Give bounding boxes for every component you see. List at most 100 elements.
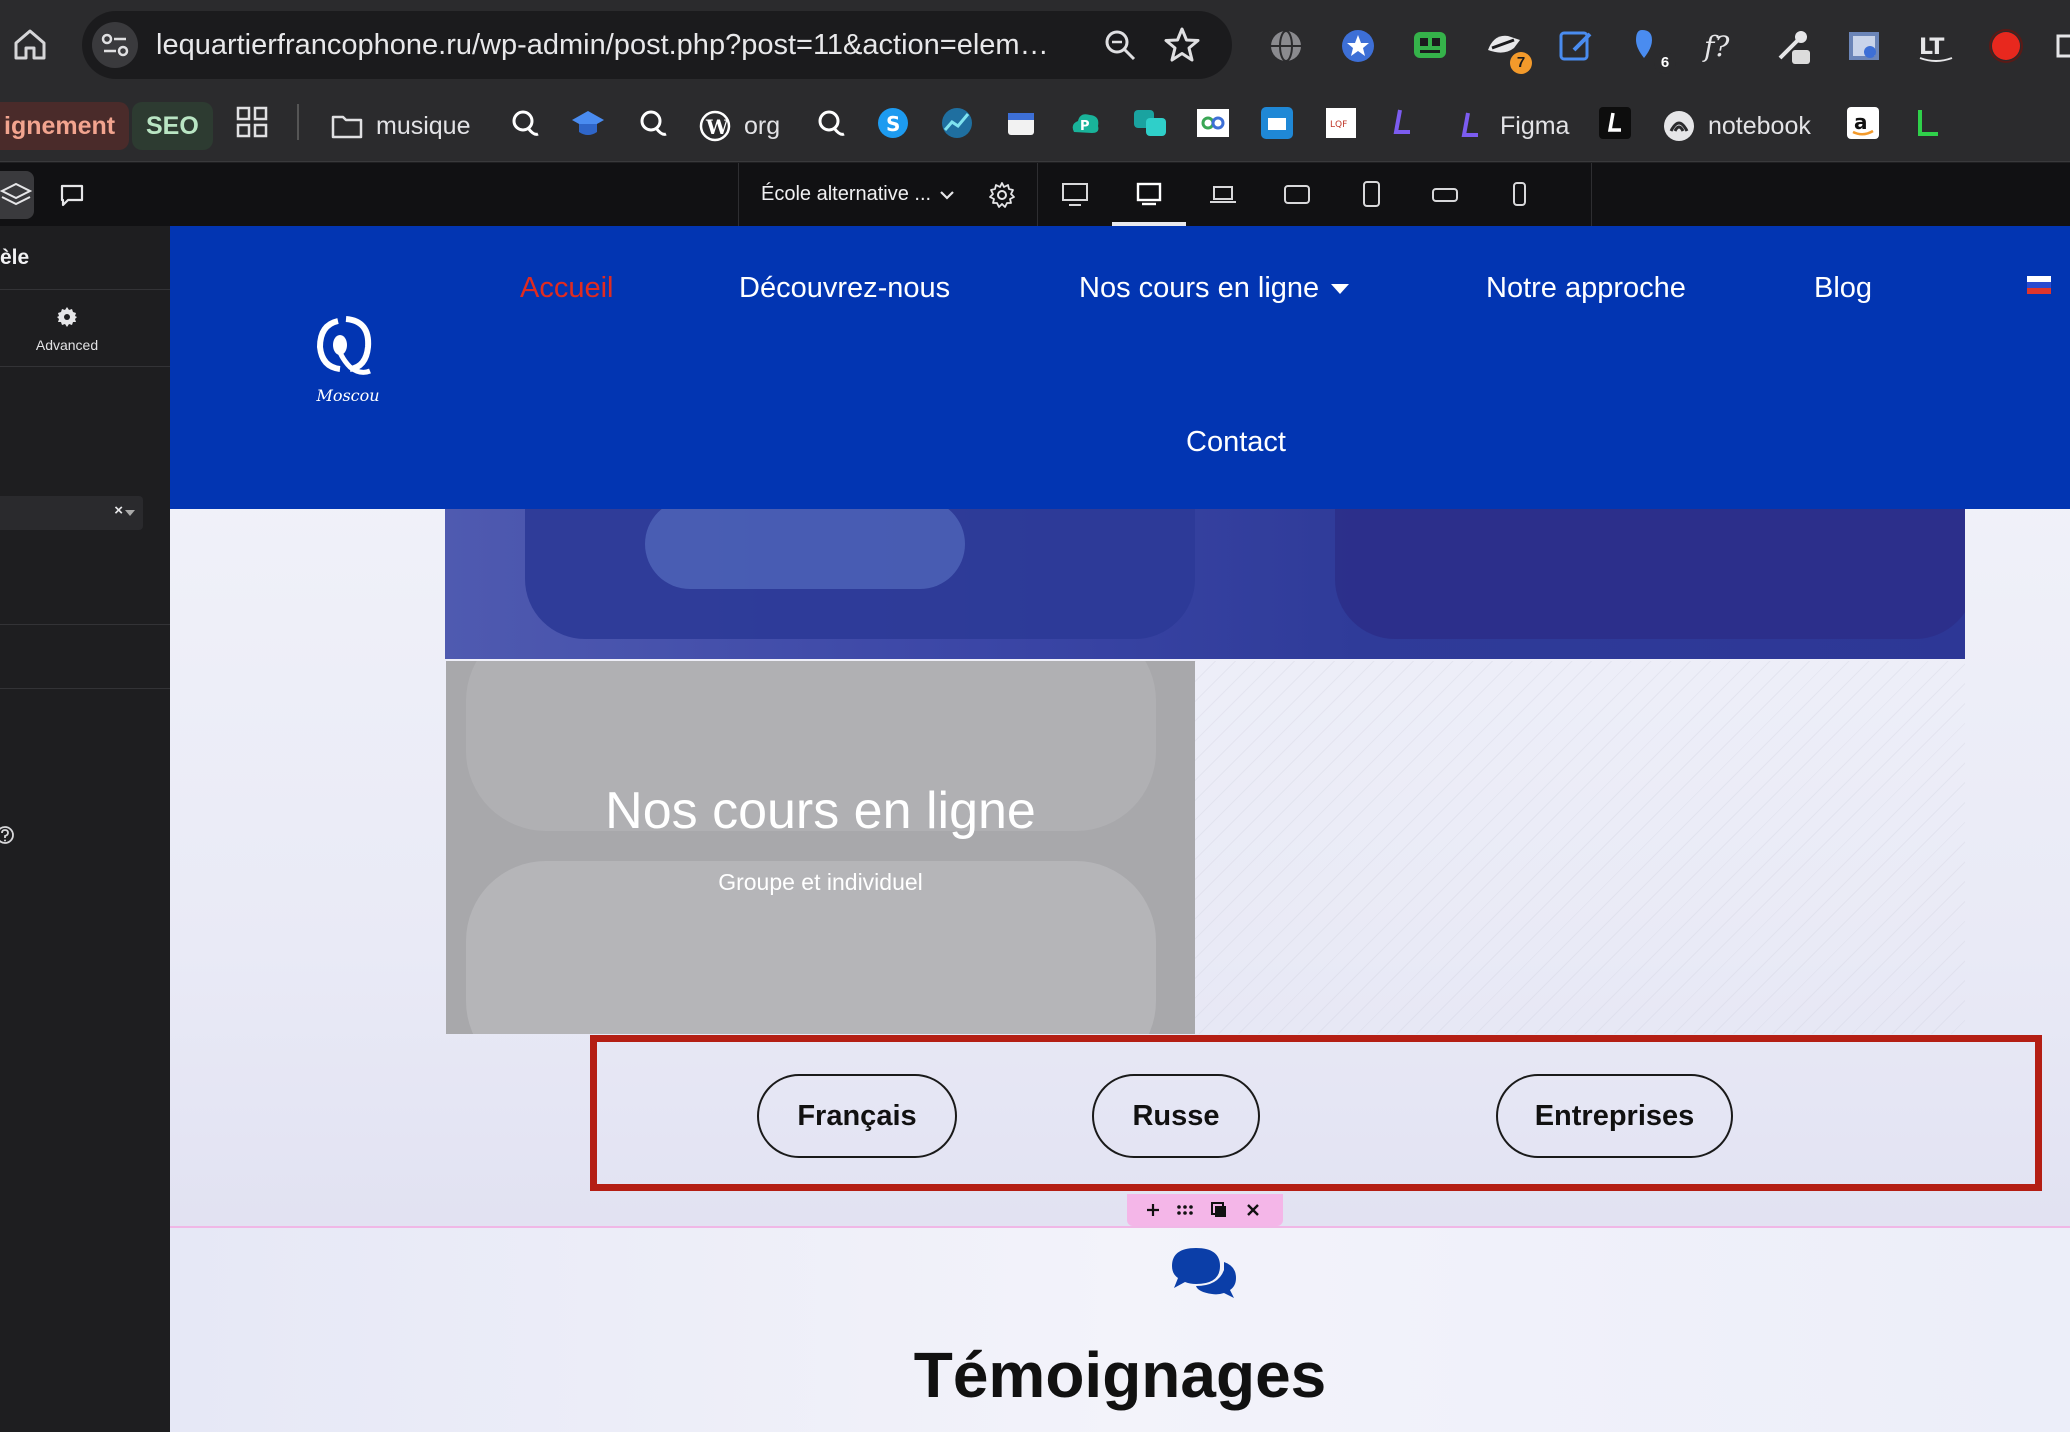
- extension-badge: 6: [1654, 52, 1676, 74]
- layers-button[interactable]: [0, 171, 34, 219]
- nav-notre-approche[interactable]: Notre approche: [1486, 272, 1686, 305]
- clear-icon[interactable]: ×: [114, 502, 123, 519]
- device-widescreen-button[interactable]: [1112, 163, 1186, 226]
- courses-title: Nos cours en ligne: [605, 782, 1036, 840]
- sidebar-divider: [0, 366, 170, 367]
- browser-address-row: lequartierfrancophone.ru/wp-admin/post.p…: [0, 0, 2070, 92]
- gear-icon[interactable]: [987, 180, 1017, 210]
- desktop-icon: [1062, 183, 1088, 206]
- quartier-logo-icon[interactable]: [508, 106, 542, 140]
- caret-down-icon: [1331, 284, 1350, 295]
- svg-text:a: a: [1854, 110, 1868, 134]
- page-selector-label: École alternative ...: [761, 183, 932, 205]
- sidebar-divider: [0, 688, 170, 689]
- printer-icon[interactable]: [1260, 106, 1294, 140]
- close-icon[interactable]: [1241, 1198, 1265, 1222]
- bookmark-folder-pill[interactable]: ignement: [0, 102, 130, 150]
- device-mobile-button[interactable]: [1482, 163, 1556, 226]
- help-icon[interactable]: [0, 824, 16, 846]
- bookmark-label: ignement: [4, 111, 116, 140]
- star-extension-icon[interactable]: [1338, 26, 1378, 66]
- graduation-cap-icon[interactable]: [570, 106, 606, 140]
- empty-column-placeholder[interactable]: [1195, 661, 1965, 1034]
- laptop-icon: [1210, 186, 1236, 203]
- nav-decouvrez-nous[interactable]: Découvrez-nous: [739, 272, 950, 305]
- editor-sidebar: èle Advanced ×: [0, 226, 170, 1432]
- linear-l-icon[interactable]: [1390, 106, 1420, 140]
- pin-extension-icon[interactable]: 6: [1628, 26, 1676, 74]
- robot-extension-icon[interactable]: [1410, 26, 1450, 66]
- nav-blog[interactable]: Blog: [1814, 272, 1872, 305]
- chevron-down-icon: [940, 191, 954, 200]
- comments-icon[interactable]: [56, 179, 88, 211]
- bookmark-figma[interactable]: Figma: [1454, 102, 1569, 150]
- section-handle: [1127, 1194, 1283, 1226]
- bookmark-org[interactable]: W org: [698, 102, 780, 150]
- svg-text:LT: LT: [1919, 35, 1944, 60]
- cloud-p-icon[interactable]: P: [1068, 106, 1102, 140]
- francais-button[interactable]: Français: [757, 1074, 957, 1158]
- loop-icon[interactable]: [1196, 106, 1230, 140]
- tablet-icon: [1363, 181, 1380, 207]
- device-laptop-button[interactable]: [1186, 163, 1260, 226]
- chart-wave-icon[interactable]: [940, 106, 974, 140]
- translate-extension-icon[interactable]: LT: [1916, 26, 1956, 66]
- device-tablet-landscape-button[interactable]: [1260, 163, 1334, 226]
- calendar-icon[interactable]: [1004, 106, 1038, 140]
- drag-handle-icon[interactable]: [1173, 1198, 1197, 1222]
- extension-badge: 7: [1510, 52, 1532, 74]
- eyedropper-extension-icon[interactable]: [1772, 26, 1812, 66]
- amazon-icon[interactable]: a: [1846, 106, 1880, 140]
- puzzle-extension-icon[interactable]: [2056, 26, 2070, 66]
- globe-extension-icon[interactable]: [1266, 26, 1306, 66]
- quartier-logo-icon[interactable]: [636, 106, 670, 140]
- url-text[interactable]: lequartierfrancophone.ru/wp-admin/post.p…: [156, 11, 1049, 79]
- apps-grid-icon[interactable]: [236, 106, 268, 138]
- nav-nos-cours[interactable]: Nos cours en ligne: [1079, 272, 1350, 305]
- hero-image: [445, 509, 1965, 659]
- nav-accueil[interactable]: Accueil: [520, 272, 614, 305]
- skype-icon[interactable]: S: [876, 106, 910, 140]
- home-icon[interactable]: [10, 24, 50, 64]
- duplicate-icon[interactable]: [1207, 1198, 1231, 1222]
- bookmarks-bar: ignement SEO musique W org S P LQF Figma…: [0, 92, 2070, 162]
- advanced-tab[interactable]: Advanced: [20, 306, 114, 353]
- bookmark-musique[interactable]: musique: [330, 102, 471, 150]
- bookmark-star-icon[interactable]: [1162, 25, 1202, 65]
- linear-l-icon: [1461, 112, 1478, 137]
- hero-shape: [1335, 509, 1965, 639]
- bookmark-notebook[interactable]: notebook: [1662, 102, 1811, 150]
- badger-extension-icon[interactable]: 7: [1484, 26, 1532, 74]
- sidebar-divider: [0, 289, 170, 290]
- quartier-logo-icon[interactable]: [814, 106, 848, 140]
- zoom-icon[interactable]: [1102, 27, 1138, 63]
- layers-icon: [0, 182, 33, 206]
- edit-extension-icon[interactable]: [1556, 26, 1596, 66]
- editor-canvas: Moscou Accueil Découvrez-nous Nos cours …: [170, 226, 2070, 1432]
- device-desktop-button[interactable]: [1038, 163, 1112, 226]
- selected-buttons-container[interactable]: Français Russe Entreprises: [590, 1035, 2042, 1191]
- svg-text:f?: f?: [1702, 30, 1730, 63]
- page-selector[interactable]: École alternative ...: [738, 163, 1038, 226]
- courses-banner: Nos cours en ligne Groupe et individuel: [446, 661, 1195, 1034]
- bookmark-seo[interactable]: SEO: [132, 102, 213, 150]
- device-mobile-landscape-button[interactable]: [1408, 163, 1482, 226]
- nav-contact[interactable]: Contact: [1186, 426, 1286, 459]
- image-extension-icon[interactable]: [1844, 26, 1884, 66]
- site-header: Moscou Accueil Découvrez-nous Nos cours …: [170, 226, 2070, 509]
- function-extension-icon[interactable]: f?: [1700, 26, 1740, 66]
- l-app-icon[interactable]: [1598, 106, 1632, 140]
- russe-button[interactable]: Russe: [1092, 1074, 1260, 1158]
- add-icon[interactable]: [1141, 1198, 1165, 1222]
- entreprises-button[interactable]: Entreprises: [1496, 1074, 1733, 1158]
- sidebar-select[interactable]: ×: [0, 496, 143, 530]
- record-extension-icon[interactable]: [1986, 26, 2026, 66]
- document-logo-icon[interactable]: LQF: [1324, 106, 1358, 140]
- device-tablet-button[interactable]: [1334, 163, 1408, 226]
- site-info-icon[interactable]: [92, 22, 138, 68]
- courses-subtitle: Groupe et individuel: [718, 869, 923, 895]
- green-l-icon[interactable]: [1910, 106, 1944, 140]
- russian-flag-icon[interactable]: [2027, 276, 2051, 294]
- address-bar[interactable]: lequartierfrancophone.ru/wp-admin/post.p…: [82, 11, 1232, 79]
- chat-bubbles-icon[interactable]: [1132, 106, 1168, 140]
